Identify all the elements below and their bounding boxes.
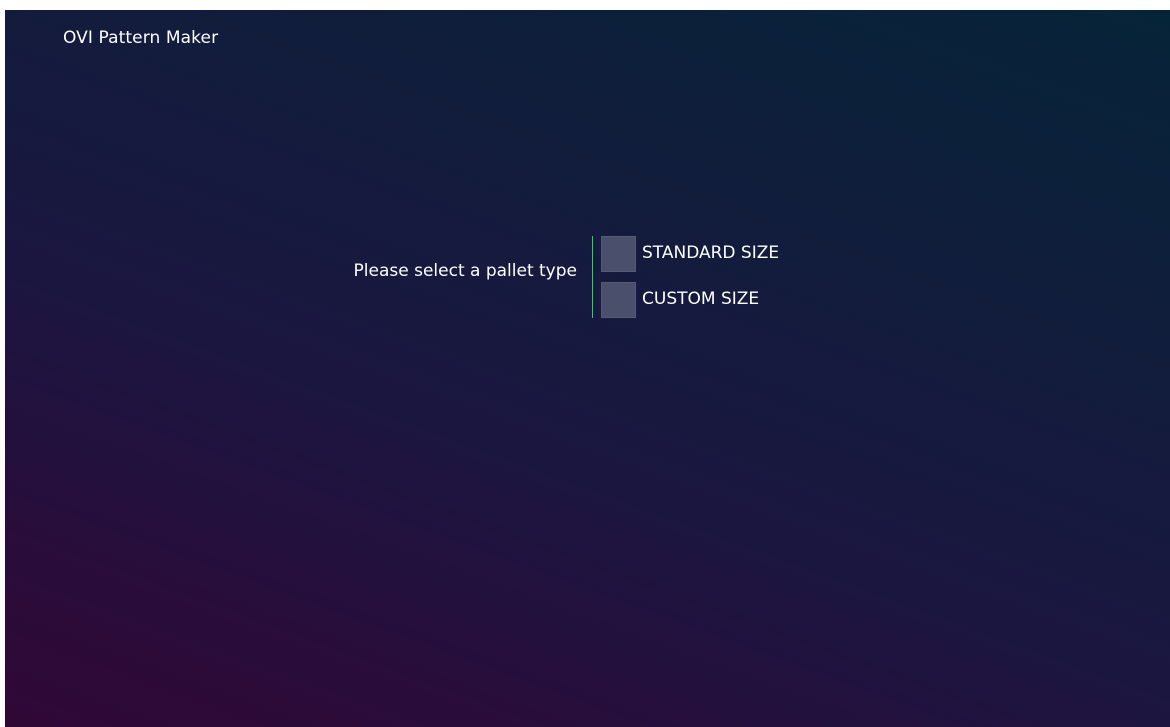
custom-size-label[interactable]: CUSTOM SIZE: [642, 289, 759, 309]
standard-size-label[interactable]: STANDARD SIZE: [642, 243, 779, 263]
app-title: OVI Pattern Maker: [63, 28, 219, 48]
app-window: OVI Pattern Maker Please select a pallet…: [5, 10, 1170, 727]
custom-size-checkbox[interactable]: [601, 282, 636, 318]
selector-divider: [592, 236, 593, 318]
pallet-type-prompt: Please select a pallet type: [353, 261, 577, 281]
pallet-type-selector: Please select a pallet type STANDARD SIZ…: [5, 236, 1170, 318]
standard-size-checkbox[interactable]: [601, 236, 636, 272]
